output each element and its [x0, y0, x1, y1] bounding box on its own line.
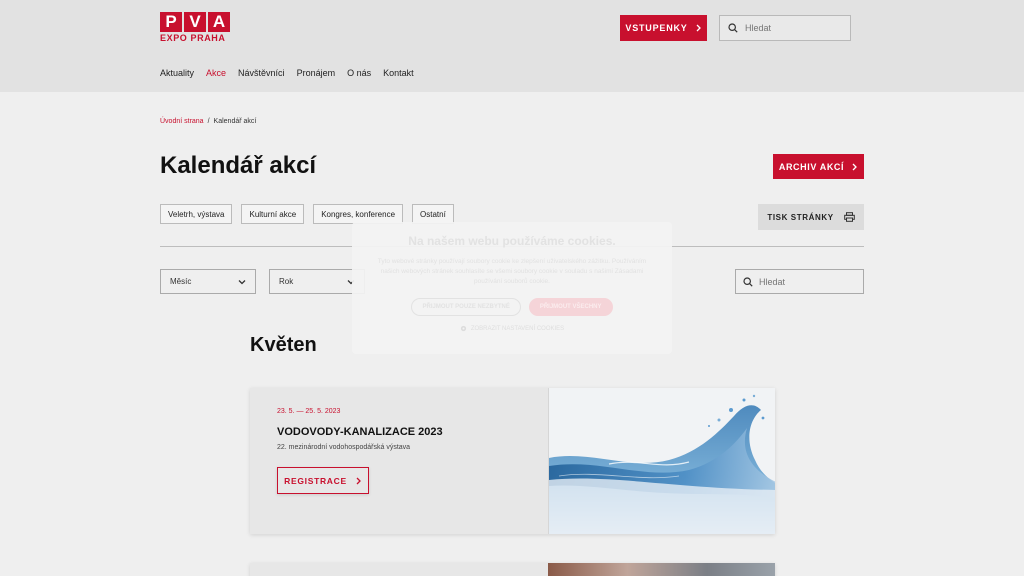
- nav-item-navstevnici[interactable]: Návštěvníci: [238, 68, 285, 78]
- register-button[interactable]: REGISTRACE: [277, 467, 369, 494]
- print-page-button[interactable]: TISK STRÁNKY: [758, 204, 864, 230]
- logo-subtitle: EXPO PRAHA: [160, 33, 226, 43]
- cookie-settings-link[interactable]: ZOBRAZIT NASTAVENÍ COOKIES: [352, 325, 672, 332]
- filter-chip-veletrh[interactable]: Veletrh, výstava: [160, 204, 233, 224]
- water-wave-image: [549, 388, 775, 534]
- header-search-input[interactable]: [745, 23, 835, 33]
- cookie-consent-dialog: Na našem webu používáme cookies. Tyto we…: [352, 222, 672, 354]
- header-search[interactable]: [719, 15, 851, 41]
- year-select-value: Rok: [279, 277, 294, 286]
- event-description: 22. mezinárodní vodohospodářská výstava: [277, 444, 411, 451]
- accept-necessary-button[interactable]: PŘIJMOUT POUZE NEZBYTNÉ: [411, 298, 521, 317]
- nav-item-pronajem[interactable]: Pronájem: [297, 68, 336, 78]
- category-filters: Veletrh, výstava Kulturní akce Kongres, …: [160, 204, 454, 224]
- event-title[interactable]: VODOVODY-KANALIZACE 2023: [277, 426, 443, 438]
- nav-item-o-nas[interactable]: O nás: [347, 68, 371, 78]
- breadcrumb: Úvodní strana / Kalendář akcí: [160, 118, 256, 125]
- accept-all-button[interactable]: PŘIJMOUT VŠECHNY: [528, 298, 613, 317]
- archive-button[interactable]: ARCHIV AKCÍ: [773, 154, 864, 179]
- cookie-buttons: PŘIJMOUT POUZE NEZBYTNÉ PŘIJMOUT VŠECHNY: [352, 298, 672, 317]
- month-select[interactable]: Měsíc: [160, 269, 256, 294]
- page-title: Kalendář akcí: [160, 152, 317, 179]
- cookie-title: Na našem webu používáme cookies.: [408, 234, 616, 248]
- site-header: P V A EXPO PRAHA VSTUPENKY Aktuality Akc…: [0, 0, 1024, 92]
- events-search-input[interactable]: [759, 276, 849, 287]
- pva-logo[interactable]: P V A EXPO PRAHA: [160, 12, 230, 44]
- event-card[interactable]: [250, 563, 775, 576]
- chevron-right-icon: [696, 24, 701, 32]
- events-search[interactable]: [735, 269, 864, 294]
- filter-chip-ostatni[interactable]: Ostatní: [412, 204, 454, 224]
- print-button-label: TISK STRÁNKY: [767, 212, 834, 222]
- month-select-value: Měsíc: [170, 277, 192, 286]
- main-nav: Aktuality Akce Návštěvníci Pronájem O ná…: [160, 68, 414, 78]
- event-image[interactable]: [548, 388, 775, 534]
- month-heading: Květen: [250, 334, 317, 356]
- chevron-right-icon: [852, 163, 858, 170]
- event-info: 23. 5. — 25. 5. 2023 VODOVODY-KANALIZACE…: [277, 408, 443, 451]
- archive-button-label: ARCHIV AKCÍ: [778, 161, 845, 172]
- printer-icon: [843, 212, 855, 222]
- logo-letter: A: [208, 12, 230, 32]
- nav-item-akce[interactable]: Akce: [206, 68, 226, 78]
- filter-chip-kongres[interactable]: Kongres, konference: [313, 204, 404, 224]
- nav-item-kontakt[interactable]: Kontakt: [383, 68, 414, 78]
- search-icon: [728, 23, 738, 33]
- event-image[interactable]: [548, 563, 775, 576]
- tickets-button-label: VSTUPENKY: [625, 23, 688, 33]
- year-select[interactable]: Rok: [269, 269, 365, 294]
- search-icon: [743, 276, 753, 287]
- breadcrumb-home-link[interactable]: Úvodní strana: [160, 118, 204, 125]
- event-card[interactable]: 23. 5. — 25. 5. 2023 VODOVODY-KANALIZACE…: [250, 388, 775, 534]
- tickets-button[interactable]: VSTUPENKY: [620, 15, 707, 41]
- chevron-down-icon: [238, 279, 246, 284]
- logo-letter: V: [184, 12, 206, 32]
- cookie-settings-label: ZOBRAZIT NASTAVENÍ COOKIES: [470, 325, 565, 332]
- cookie-text: Tyto webové stránky používají soubory co…: [377, 258, 647, 286]
- filter-chip-kulturni-akce[interactable]: Kulturní akce: [241, 204, 305, 224]
- event-date: 23. 5. — 25. 5. 2023: [277, 408, 341, 415]
- nav-item-aktuality[interactable]: Aktuality: [160, 68, 194, 78]
- chevron-right-icon: [356, 477, 361, 484]
- logo-letter: P: [160, 12, 182, 32]
- gear-icon: [460, 326, 466, 332]
- register-button-label: REGISTRACE: [284, 475, 347, 486]
- breadcrumb-current: Kalendář akcí: [213, 118, 257, 125]
- breadcrumb-separator: /: [207, 118, 210, 125]
